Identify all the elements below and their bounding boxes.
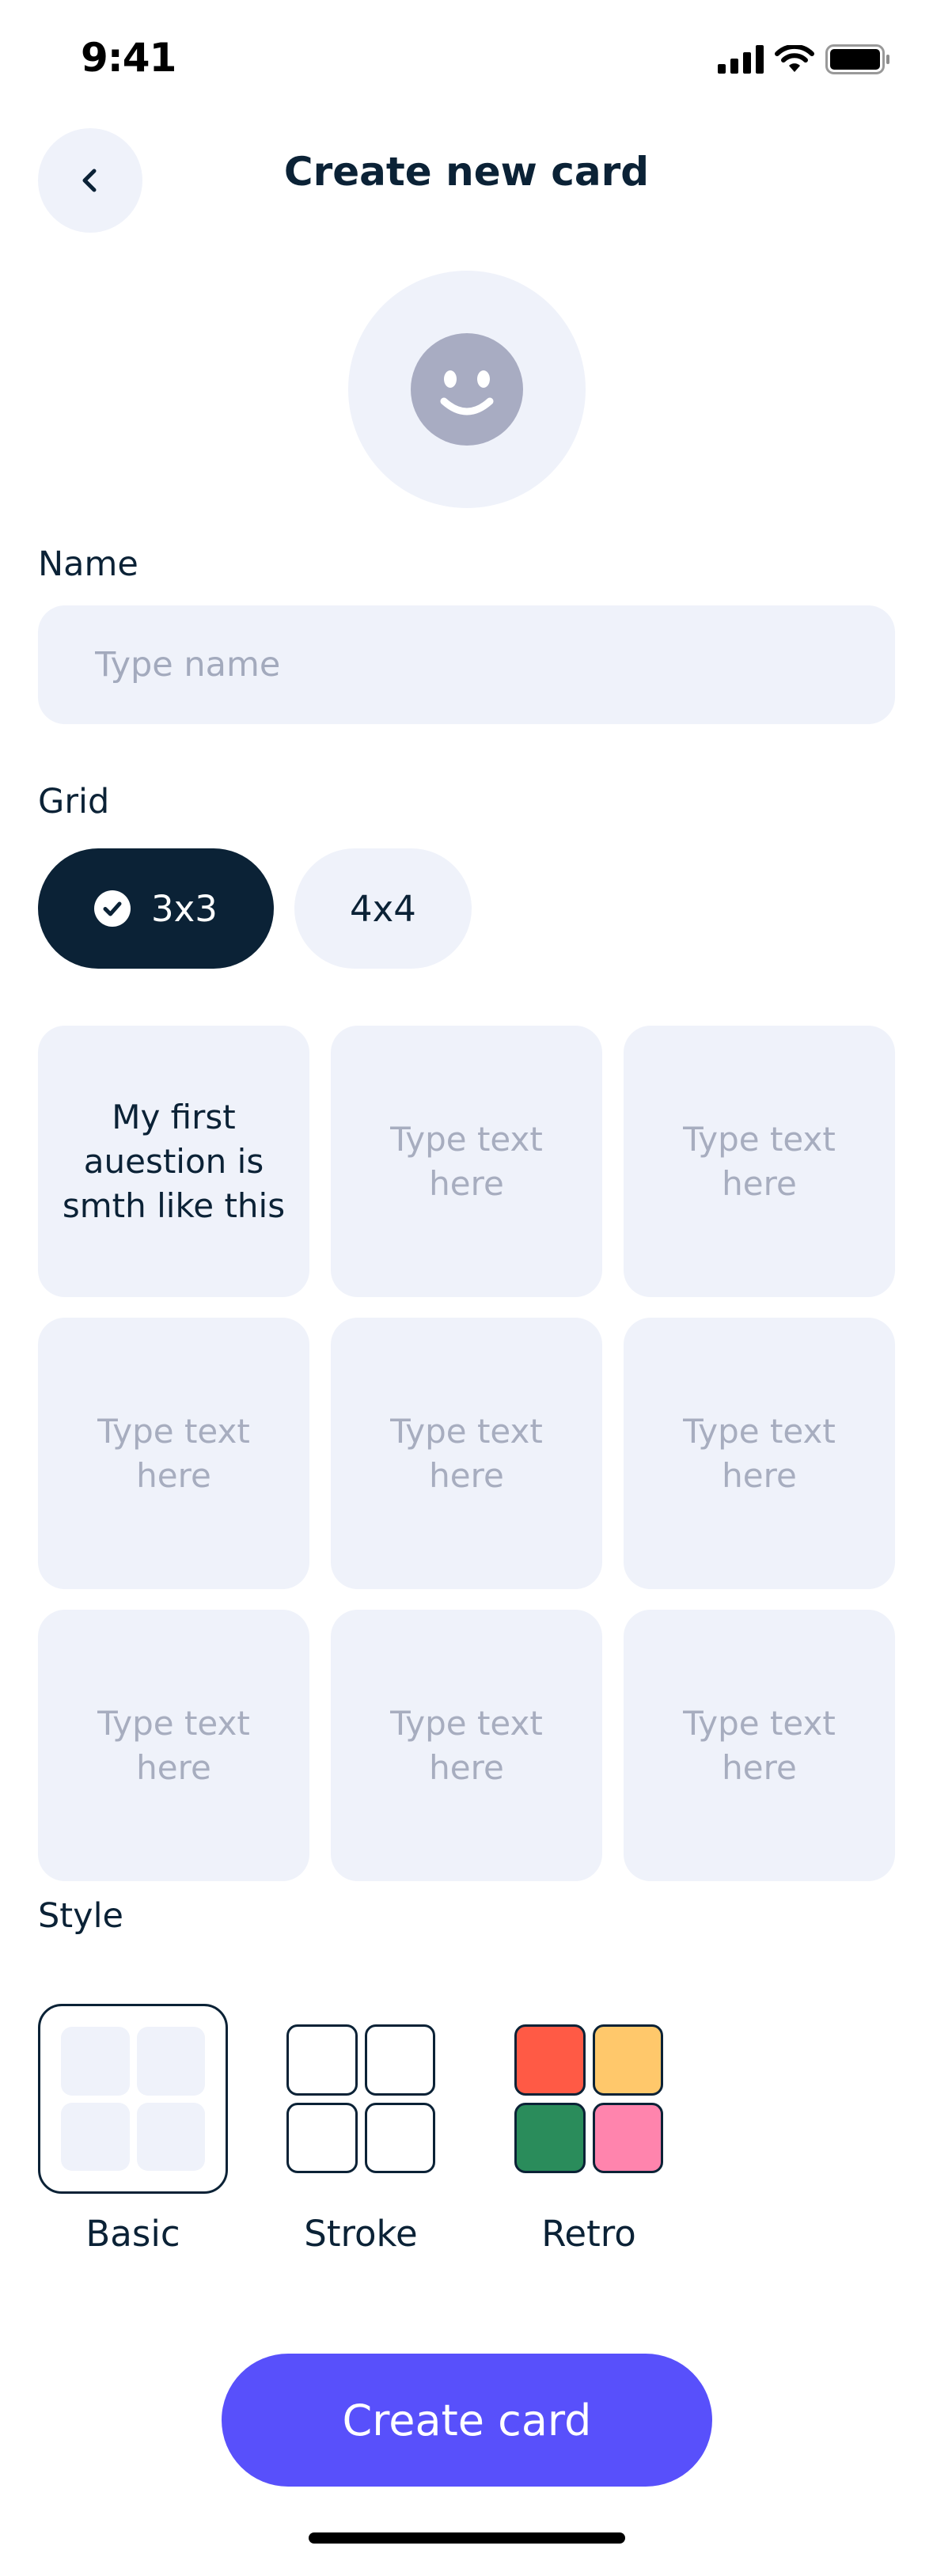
grid-cell[interactable]: Type text here — [624, 1026, 895, 1297]
style-option-retro[interactable] — [494, 2004, 684, 2194]
style-preview-stroke — [286, 2024, 435, 2173]
cellular-signal-icon — [718, 45, 764, 74]
card-grid: My first auestion is smth like this Type… — [38, 1026, 895, 1881]
grid-cell[interactable]: Type text here — [38, 1610, 309, 1881]
page-title: Create new card — [283, 149, 650, 195]
check-circle-icon — [94, 890, 131, 927]
battery-icon — [825, 44, 889, 74]
grid-cell[interactable]: Type text here — [331, 1610, 602, 1881]
retro-swatch — [514, 2024, 586, 2096]
home-indicator — [309, 2532, 625, 2544]
grid-cell[interactable]: Type text here — [624, 1610, 895, 1881]
wifi-icon — [775, 45, 814, 72]
avatar-picker[interactable] — [348, 271, 586, 508]
name-label: Name — [38, 544, 138, 584]
grid-option-4x4[interactable]: 4x4 — [294, 848, 472, 969]
style-preview-basic — [61, 2027, 205, 2171]
style-name-stroke: Stroke — [304, 2213, 418, 2255]
retro-swatch — [514, 2102, 586, 2173]
style-name-retro: Retro — [541, 2213, 636, 2255]
name-input[interactable] — [38, 605, 895, 724]
status-time: 9:41 — [81, 35, 176, 81]
grid-cell[interactable]: Type text here — [38, 1318, 309, 1589]
grid-cell[interactable]: Type text here — [331, 1318, 602, 1589]
grid-label: Grid — [38, 782, 110, 821]
grid-cell[interactable]: Type text here — [331, 1026, 602, 1297]
style-label: Style — [38, 1896, 124, 1936]
style-name-basic: Basic — [85, 2213, 180, 2255]
retro-swatch — [592, 2102, 663, 2173]
style-preview-retro — [514, 2024, 663, 2173]
grid-cell[interactable]: Type text here — [624, 1318, 895, 1589]
grid-cell[interactable]: My first auestion is smth like this — [38, 1026, 309, 1297]
grid-option-3x3[interactable]: 3x3 — [38, 848, 274, 969]
create-card-button[interactable]: Create card — [222, 2354, 712, 2487]
style-option-stroke[interactable] — [266, 2004, 456, 2194]
style-option-basic[interactable] — [38, 2004, 228, 2194]
retro-swatch — [592, 2024, 663, 2096]
grid-option-label: 3x3 — [151, 887, 218, 930]
grid-option-label: 4x4 — [350, 887, 416, 930]
status-icons — [718, 44, 890, 74]
smiley-face-icon — [411, 333, 523, 446]
